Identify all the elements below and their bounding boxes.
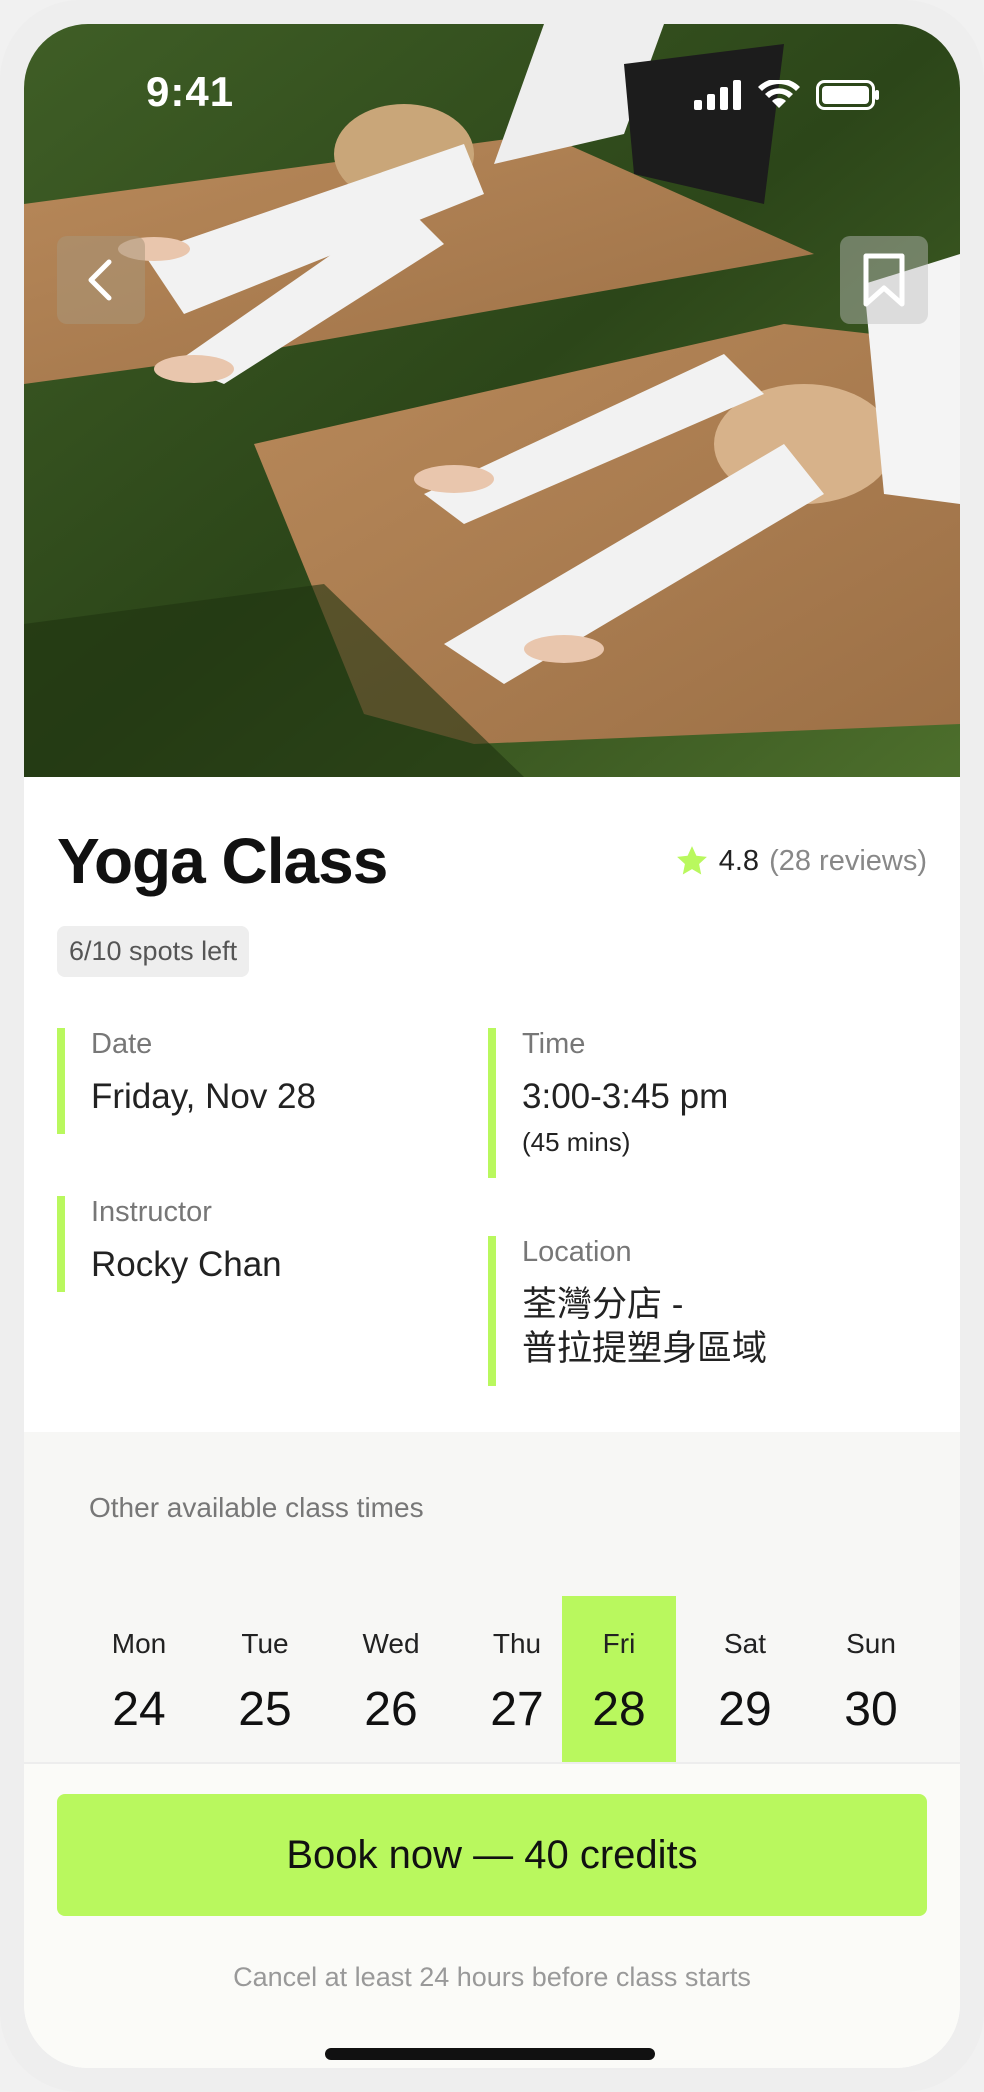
instructor-label: Instructor bbox=[91, 1196, 212, 1228]
day-wed[interactable]: Wed 26 bbox=[334, 1596, 448, 1774]
day-sat[interactable]: Sat 29 bbox=[688, 1596, 802, 1774]
home-indicator[interactable] bbox=[325, 2048, 655, 2060]
bookmark-icon bbox=[863, 253, 905, 307]
day-number: 28 bbox=[592, 1683, 646, 1736]
day-number: 29 bbox=[718, 1683, 772, 1736]
day-sun[interactable]: Sun 30 bbox=[814, 1596, 928, 1774]
status-bar: 9:41 bbox=[24, 24, 960, 164]
day-name: Mon bbox=[111, 1628, 167, 1659]
accent-bar bbox=[488, 1236, 496, 1386]
day-name: Thu bbox=[492, 1628, 542, 1659]
day-tue[interactable]: Tue 25 bbox=[208, 1596, 322, 1774]
day-name: Tue bbox=[241, 1628, 289, 1659]
time-detail: Time 3:00-3:45 pm (45 mins) bbox=[488, 1028, 728, 1178]
rating-reviews: (28 reviews) bbox=[769, 844, 927, 877]
status-icons bbox=[694, 80, 880, 110]
accent-bar bbox=[488, 1028, 496, 1178]
day-name: Fri bbox=[602, 1628, 636, 1659]
time-label: Time bbox=[522, 1028, 586, 1060]
battery-icon bbox=[816, 80, 879, 110]
accent-bar bbox=[57, 1028, 65, 1134]
signal-icon bbox=[694, 80, 741, 110]
other-times-title: Other available class times bbox=[89, 1492, 424, 1523]
location-detail: Location 荃灣分店 - 普拉提塑身區域 bbox=[488, 1236, 767, 1386]
date-label: Date bbox=[91, 1028, 153, 1060]
day-fri-selected[interactable]: Fri 28 bbox=[562, 1596, 676, 1774]
location-line2: 普拉提塑身區域 bbox=[522, 1328, 768, 1368]
star-icon bbox=[676, 846, 707, 875]
hero-image: 9:41 bbox=[24, 24, 960, 777]
accent-bar bbox=[57, 1196, 65, 1292]
class-title: Yoga Class bbox=[57, 825, 388, 897]
day-number: 25 bbox=[238, 1683, 292, 1736]
book-now-button[interactable]: Book now — 40 credits bbox=[57, 1794, 927, 1916]
other-times-section: Other available class times Mon 24 Tue 2… bbox=[24, 1432, 960, 1774]
date-detail: Date Friday, Nov 28 bbox=[57, 1028, 316, 1134]
day-number: 30 bbox=[844, 1683, 898, 1736]
spots-badge: 6/10 spots left bbox=[57, 926, 250, 977]
back-arrow-icon bbox=[88, 259, 112, 301]
day-mon[interactable]: Mon 24 bbox=[82, 1596, 196, 1774]
day-number: 24 bbox=[112, 1683, 166, 1736]
day-name: Sun bbox=[846, 1628, 896, 1659]
day-number: 27 bbox=[490, 1683, 544, 1736]
rating[interactable]: 4.8 (28 reviews) bbox=[675, 844, 927, 878]
phone-frame: 9:41 Yoga Class 4.8 (28 reviews) 6/10 sp… bbox=[0, 0, 984, 2092]
day-number: 26 bbox=[364, 1683, 418, 1736]
time-value: 3:00-3:45 pm bbox=[522, 1077, 729, 1116]
back-button[interactable] bbox=[57, 236, 145, 324]
day-thu[interactable]: Thu 27 bbox=[460, 1596, 574, 1774]
app-screen: 9:41 Yoga Class 4.8 (28 reviews) 6/10 sp… bbox=[24, 24, 960, 2068]
date-value: Friday, Nov 28 bbox=[91, 1077, 316, 1116]
day-name: Wed bbox=[362, 1628, 420, 1659]
location-label: Location bbox=[522, 1236, 632, 1268]
cancel-policy-note: Cancel at least 24 hours before class st… bbox=[233, 1962, 751, 1992]
rating-value: 4.8 bbox=[718, 844, 760, 877]
bookmark-button[interactable] bbox=[840, 236, 928, 324]
booking-footer: Book now — 40 credits Cancel at least 24… bbox=[24, 1762, 960, 2068]
day-name: Sat bbox=[723, 1628, 767, 1659]
time-duration: (45 mins) bbox=[522, 1126, 631, 1157]
status-time: 9:41 bbox=[146, 68, 235, 115]
instructor-detail: Instructor Rocky Chan bbox=[57, 1196, 282, 1292]
location-line1: 荃灣分店 - bbox=[522, 1285, 684, 1324]
wifi-icon bbox=[758, 80, 800, 108]
instructor-value[interactable]: Rocky Chan bbox=[91, 1243, 282, 1287]
